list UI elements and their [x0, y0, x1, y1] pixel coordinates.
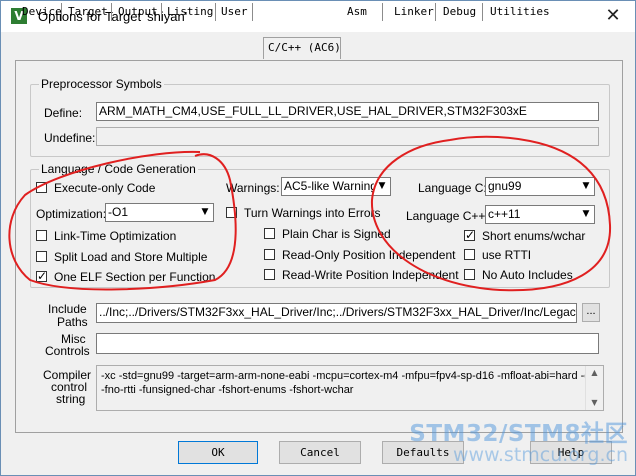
turn-warnings-box[interactable]: [226, 207, 237, 218]
execute-only-label: Execute-only Code: [54, 181, 156, 195]
one-elf-box[interactable]: ✓: [36, 269, 48, 283]
compiler-label-line3: string: [56, 392, 86, 406]
lto-label: Link-Time Optimization: [54, 229, 177, 243]
check-icon: ✓: [465, 228, 476, 242]
language-cpp-value: c++11: [488, 207, 521, 221]
tab-target[interactable]: Target: [64, 3, 112, 21]
optimization-label: Optimization:: [36, 207, 107, 221]
include-browse-button[interactable]: ...: [582, 303, 600, 322]
define-input[interactable]: ARM_MATH_CM4,USE_FULL_LL_DRIVER,USE_HAL_…: [96, 102, 599, 121]
optimization-select[interactable]: -O1 ▼: [105, 203, 214, 222]
warnings-label: Warnings:: [226, 181, 280, 195]
ok-button[interactable]: OK: [178, 441, 258, 464]
optimization-value: -O1: [108, 205, 129, 219]
ropi-box[interactable]: [264, 249, 275, 260]
cancel-button[interactable]: Cancel: [279, 441, 361, 464]
turn-warnings-label: Turn Warnings into Errors: [244, 206, 381, 220]
compiler-scrollbar[interactable]: ▲ ▼: [585, 366, 603, 410]
include-label-line1: Include: [48, 302, 87, 316]
language-legend: Language / Code Generation: [41, 162, 196, 176]
no-auto-includes-label: No Auto Includes: [482, 268, 573, 282]
one-elf-label: One ELF Section per Function: [54, 270, 216, 284]
plain-char-box[interactable]: [264, 228, 275, 239]
misc-label-line2: Controls: [45, 344, 90, 358]
ropi-label: Read-Only Position Independent: [282, 248, 456, 262]
warnings-select[interactable]: AC5-like Warnings ▼: [281, 177, 391, 196]
short-enums-box[interactable]: ✓: [464, 228, 476, 242]
language-c-label: Language C:: [418, 181, 487, 195]
undefine-input[interactable]: [96, 127, 599, 146]
tab-device[interactable]: Device: [18, 3, 62, 21]
include-paths-input[interactable]: ../Inc;../Drivers/STM32F3xx_HAL_Driver/I…: [96, 303, 577, 323]
scroll-down-icon[interactable]: ▼: [586, 396, 603, 410]
short-enums-label: Short enums/wchar: [482, 229, 586, 243]
undefine-label: Undefine:: [44, 131, 96, 145]
tab-utilities[interactable]: Utilities: [486, 3, 552, 21]
defaults-button[interactable]: Defaults: [382, 441, 464, 464]
help-button[interactable]: Help: [530, 441, 612, 464]
tab-user[interactable]: User: [217, 3, 253, 21]
misc-controls-input[interactable]: [96, 333, 599, 354]
rtti-label: use RTTI: [482, 248, 532, 262]
execute-only-box[interactable]: [36, 182, 47, 193]
lto-box[interactable]: [36, 230, 47, 241]
chevron-down-icon[interactable]: ▼: [197, 204, 213, 221]
check-icon: ✓: [37, 269, 48, 283]
close-icon[interactable]: ✕: [597, 3, 629, 29]
compiler-control-string[interactable]: -xc -std=gnu99 -target=arm-arm-none-eabi…: [96, 365, 604, 411]
no-auto-includes-box[interactable]: [464, 269, 475, 280]
language-cpp-label: Language C++:: [406, 209, 489, 223]
preprocessor-legend: Preprocessor Symbols: [41, 77, 162, 91]
tab-linker[interactable]: Linker: [390, 3, 436, 21]
language-c-value: gnu99: [488, 179, 522, 193]
split-load-box[interactable]: [36, 251, 47, 262]
include-label-line2: Paths: [57, 315, 88, 329]
language-c-select[interactable]: gnu99 ▼: [485, 177, 595, 196]
tab-c-cpp-ac6[interactable]: C/C++ (AC6): [263, 37, 341, 59]
split-load-label: Split Load and Store Multiple: [54, 250, 208, 264]
rwpi-label: Read-Write Position Independent: [282, 268, 459, 282]
compiler-string-line1: -xc -std=gnu99 -target=arm-arm-none-eabi…: [101, 370, 590, 382]
define-label: Define:: [44, 106, 83, 120]
options-dialog: V Options for Target 'shiyan' ✕ Device T…: [0, 0, 636, 476]
rwpi-box[interactable]: [264, 269, 275, 280]
tab-asm[interactable]: Asm: [343, 3, 383, 21]
scroll-up-icon[interactable]: ▲: [586, 366, 603, 380]
tab-output[interactable]: Output: [114, 3, 162, 21]
plain-char-label: Plain Char is Signed: [282, 227, 391, 241]
chevron-down-icon[interactable]: ▼: [578, 206, 594, 223]
language-cpp-select[interactable]: c++11 ▼: [485, 205, 595, 224]
tab-listing[interactable]: Listing: [163, 3, 216, 21]
tab-debug[interactable]: Debug: [439, 3, 483, 21]
warnings-value: AC5-like Warnings: [284, 179, 383, 193]
chevron-down-icon[interactable]: ▼: [578, 178, 594, 195]
rtti-box[interactable]: [464, 249, 475, 260]
chevron-down-icon[interactable]: ▼: [374, 178, 390, 195]
compiler-string-line2: -fno-rtti -funsigned-char -fshort-enums …: [101, 384, 354, 396]
